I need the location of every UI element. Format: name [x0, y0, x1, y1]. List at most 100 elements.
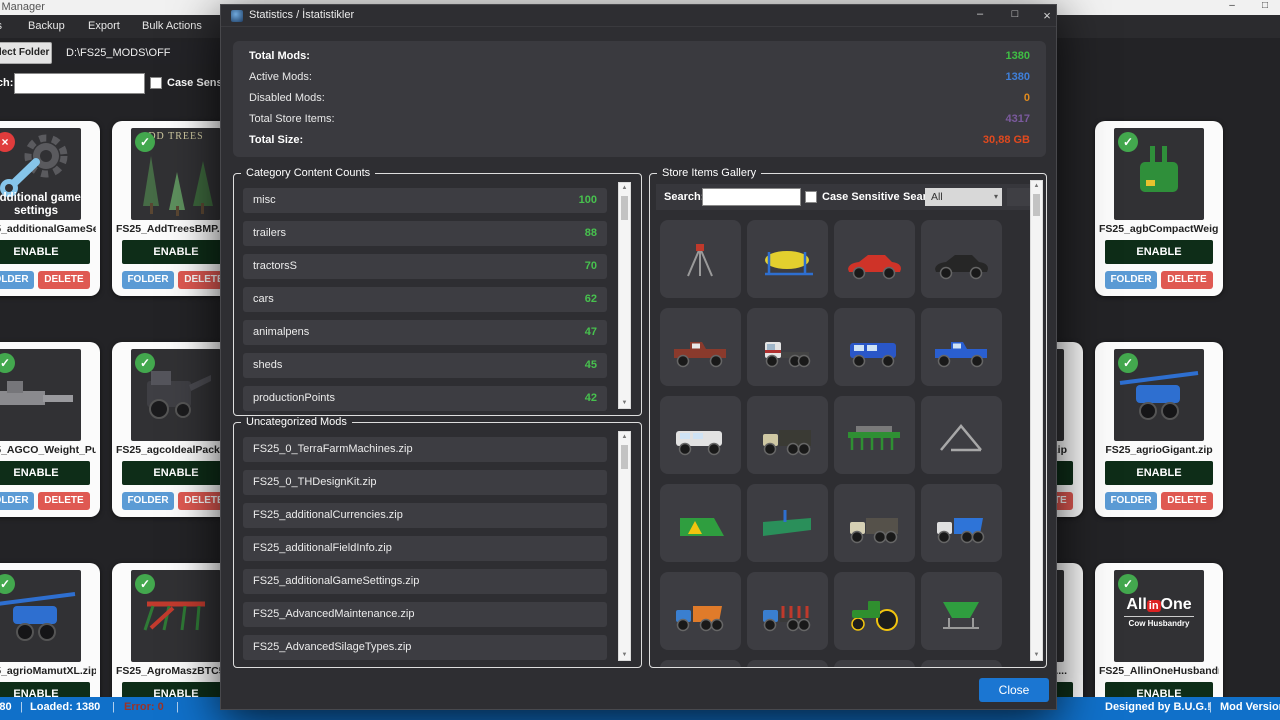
- store-item-image: [668, 242, 732, 282]
- scrollbar-thumb[interactable]: [621, 445, 628, 469]
- dialog-minimize-icon[interactable]: –: [966, 8, 994, 20]
- uncategorized-row[interactable]: FS25_additionalGameSettings.zip: [243, 569, 607, 594]
- uncategorized-row[interactable]: FS25_AdvancedMaintenance.zip: [243, 602, 607, 627]
- category-row[interactable]: animalpens47: [243, 320, 607, 345]
- folder-button[interactable]: FOLDER: [122, 271, 174, 289]
- scroll-up-icon[interactable]: ▲: [619, 434, 630, 440]
- folder-button[interactable]: FOLDER: [122, 492, 174, 510]
- main-search-input[interactable]: [14, 73, 145, 94]
- delete-button[interactable]: DELETE: [1161, 271, 1213, 289]
- store-item-tile[interactable]: [834, 220, 915, 298]
- app-maximize-icon[interactable]: □: [1255, 0, 1275, 11]
- stat-value: 0: [1024, 92, 1030, 104]
- store-item-tile[interactable]: [747, 308, 828, 386]
- scroll-down-icon[interactable]: ▼: [619, 400, 630, 406]
- uncategorized-mod-name: FS25_0_THDesignKit.zip: [253, 476, 377, 488]
- mod-filename: FS25_agrioMamutXL.zip: [0, 665, 96, 677]
- dialog-close-icon[interactable]: ×: [1033, 8, 1061, 23]
- category-name: tractorsS: [253, 260, 297, 272]
- folder-button[interactable]: FOLDER: [1105, 492, 1157, 510]
- store-item-tile[interactable]: [660, 484, 741, 562]
- folder-button[interactable]: FOLDER: [0, 271, 34, 289]
- store-item-tile[interactable]: [834, 308, 915, 386]
- enable-button[interactable]: ENABLE: [0, 461, 90, 485]
- gallery-case-sensitive-checkbox[interactable]: [805, 191, 817, 203]
- folder-button[interactable]: FOLDER: [1105, 271, 1157, 289]
- uncategorized-row[interactable]: FS25_0_TerraFarmMachines.zip: [243, 437, 607, 462]
- mod-filename: FS25_agbCompactWeight....: [1099, 223, 1219, 235]
- close-button[interactable]: Close: [979, 678, 1049, 702]
- mod-filename: FS25_AgroMaszBTC50h...: [116, 665, 236, 677]
- store-item-tile[interactable]: [921, 572, 1002, 650]
- menu-export[interactable]: Export: [88, 20, 120, 32]
- uncategorized-row[interactable]: FS25_0_THDesignKit.zip: [243, 470, 607, 495]
- scrollbar-thumb[interactable]: [621, 196, 628, 220]
- enable-button[interactable]: ENABLE: [0, 240, 90, 264]
- store-item-tile[interactable]: [921, 396, 1002, 474]
- store-item-tile[interactable]: [921, 308, 1002, 386]
- folder-button[interactable]: FOLDER: [0, 492, 34, 510]
- enable-button[interactable]: ENABLE: [1105, 240, 1213, 264]
- select-folder-button[interactable]: Select Folder: [0, 42, 52, 64]
- dialog-maximize-icon[interactable]: □: [1001, 8, 1029, 20]
- gallery-search-input[interactable]: [702, 188, 801, 206]
- scroll-up-icon[interactable]: ▲: [1031, 183, 1042, 189]
- store-item-tile[interactable]: [747, 220, 828, 298]
- search-in-dropdown[interactable]: All ▾: [925, 188, 1002, 206]
- store-item-tile[interactable]: [921, 484, 1002, 562]
- gallery-search-header: Search: Case Sensitive Search In: All ▾: [656, 184, 1042, 210]
- category-scrollbar[interactable]: ▲ ▼: [618, 182, 631, 409]
- store-item-tile[interactable]: [834, 484, 915, 562]
- store-item-tile[interactable]: [834, 660, 915, 668]
- menu-statistics[interactable]: Statistics: [0, 20, 2, 32]
- store-item-tile[interactable]: [747, 660, 828, 668]
- store-item-tile[interactable]: [660, 572, 741, 650]
- category-row[interactable]: misc100: [243, 188, 607, 213]
- menu-backup[interactable]: Backup: [28, 20, 65, 32]
- dialog-titlebar: Statistics / İstatistikler – □ ×: [221, 5, 1056, 27]
- enable-button[interactable]: ENABLE: [122, 240, 230, 264]
- category-box-title: Category Content Counts: [241, 167, 375, 179]
- scroll-down-icon[interactable]: ▼: [619, 652, 630, 658]
- scroll-down-icon[interactable]: ▼: [1031, 652, 1042, 658]
- uncategorized-row[interactable]: FS25_AdvancedSilageTypes.zip: [243, 635, 607, 660]
- stat-value: 30,88 GB: [983, 134, 1030, 146]
- store-item-tile[interactable]: [921, 660, 1002, 668]
- store-item-tile[interactable]: [660, 220, 741, 298]
- delete-button[interactable]: DELETE: [38, 492, 90, 510]
- store-item-tile[interactable]: [747, 396, 828, 474]
- delete-button[interactable]: DELETE: [38, 271, 90, 289]
- menu-bulk-actions[interactable]: Bulk Actions: [142, 20, 202, 32]
- uncategorized-scrollbar[interactable]: ▲ ▼: [618, 431, 631, 661]
- status-separator: |: [20, 701, 23, 713]
- uncategorized-row[interactable]: FS25_additionalFieldInfo.zip: [243, 536, 607, 561]
- main-case-sensitive-checkbox[interactable]: [150, 77, 162, 89]
- app-minimize-icon[interactable]: –: [1222, 0, 1242, 11]
- category-row[interactable]: sheds45: [243, 353, 607, 378]
- category-row[interactable]: trailers88: [243, 221, 607, 246]
- gallery-scrollbar[interactable]: ▲ ▼: [1030, 180, 1043, 661]
- uncategorized-mod-name: FS25_additionalFieldInfo.zip: [253, 542, 392, 554]
- enable-button[interactable]: ENABLE: [1105, 461, 1213, 485]
- store-item-tile[interactable]: [921, 220, 1002, 298]
- gallery-search-label: Search:: [664, 191, 704, 203]
- store-item-tile[interactable]: [660, 396, 741, 474]
- store-item-tile[interactable]: [834, 572, 915, 650]
- delete-button[interactable]: DELETE: [1161, 492, 1213, 510]
- category-row[interactable]: cars62: [243, 287, 607, 312]
- store-item-tile[interactable]: [834, 396, 915, 474]
- enable-button[interactable]: ENABLE: [122, 461, 230, 485]
- scrollbar-thumb[interactable]: [1033, 194, 1040, 216]
- category-row[interactable]: tractorsS70: [243, 254, 607, 279]
- search-in-value: All: [931, 191, 943, 203]
- uncategorized-row[interactable]: FS25_additionalCurrencies.zip: [243, 503, 607, 528]
- store-item-tile[interactable]: [747, 572, 828, 650]
- store-item-image: [755, 330, 819, 370]
- scroll-up-icon[interactable]: ▲: [619, 185, 630, 191]
- store-item-tile[interactable]: [747, 484, 828, 562]
- store-item-image: [929, 242, 993, 282]
- category-row[interactable]: productionPoints42: [243, 386, 607, 411]
- store-item-tile[interactable]: [660, 660, 741, 668]
- dialog-app-icon: [231, 10, 243, 22]
- store-item-tile[interactable]: [660, 308, 741, 386]
